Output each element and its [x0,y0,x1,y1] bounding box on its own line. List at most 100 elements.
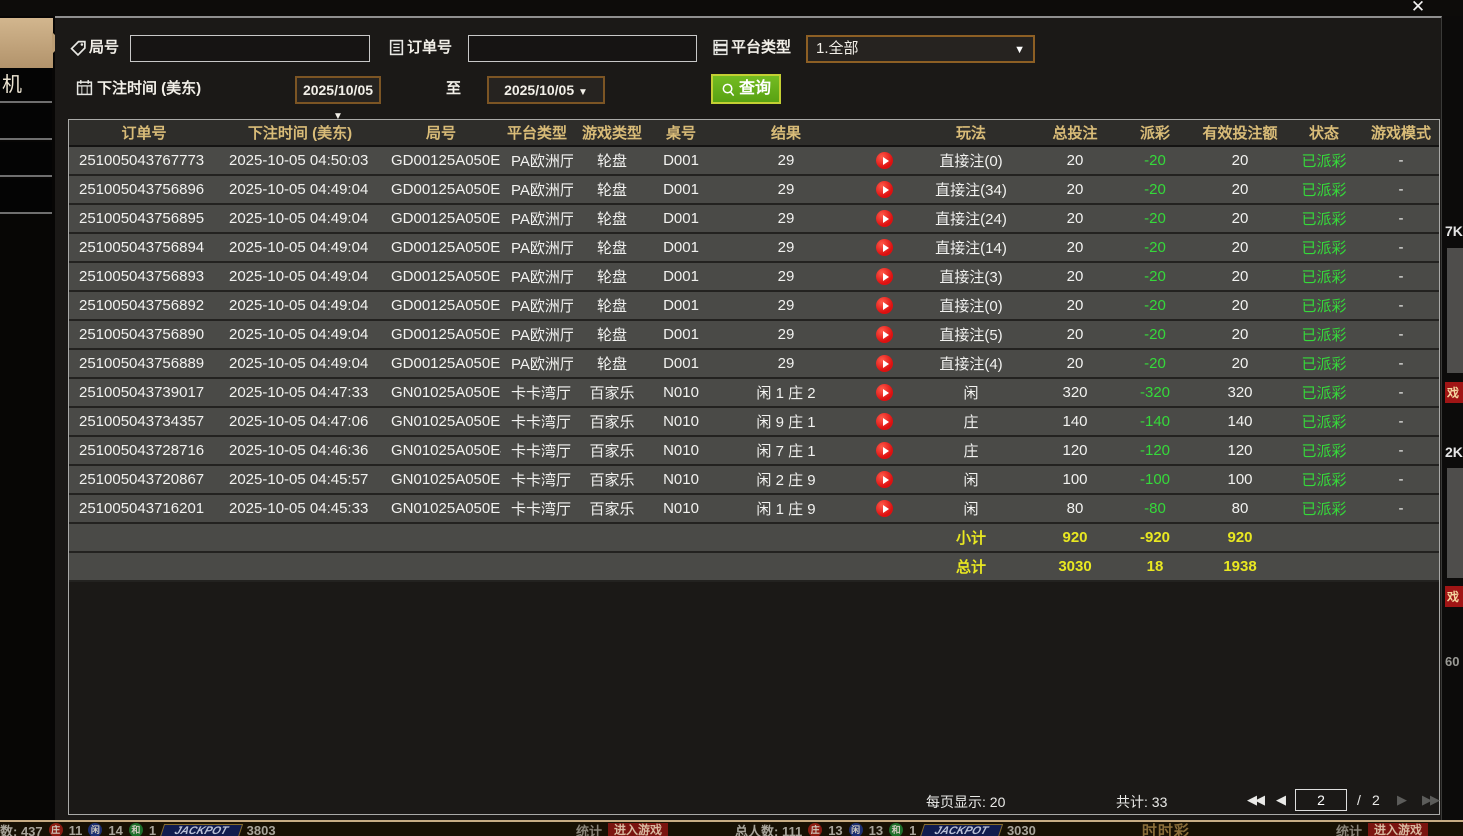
subtotal-row: 小计920-920920 [69,523,1439,552]
cell: 20 [1035,349,1115,378]
cell: 2025-10-05 04:49:04 [219,233,381,262]
table-row: 2510050437568902025-10-05 04:49:04GD0012… [69,320,1439,349]
play-video-icon[interactable] [876,152,893,169]
cell: D001 [651,349,711,378]
next-page-button[interactable]: ▶ [1397,792,1405,808]
lobby-actions-left: 统计 进入游戏 [576,822,668,836]
page-separator: / [1357,792,1361,808]
player-badge: 闲 [88,823,102,836]
cell: - [1363,146,1439,175]
cell: 251005043720867 [69,465,219,494]
cell: 直接注(5) [907,320,1035,349]
tie-badge: 和 [129,823,143,836]
cell: GD00125A050EF [381,291,501,320]
cell: PA欧洲厅 [501,262,573,291]
cell: 直接注(14) [907,233,1035,262]
play-triangle [883,302,889,310]
order-number-input[interactable] [468,35,697,62]
cell: 卡卡湾厅 [501,407,573,436]
stats-link[interactable]: 统计 [1336,821,1362,836]
play-video-icon[interactable] [876,413,893,430]
cell [651,552,711,581]
cell: -20 [1115,262,1195,291]
table-row: 2510050437568892025-10-05 04:49:04GD0012… [69,349,1439,378]
cell: 251005043739017 [69,378,219,407]
play-video-icon[interactable] [876,326,893,343]
col-order-id: 订单号 [69,120,219,146]
close-icon[interactable]: ✕ [1405,0,1431,17]
cell: 轮盘 [573,146,651,175]
cell: - [1363,262,1439,291]
play-video-icon[interactable] [876,210,893,227]
cell: - [1363,291,1439,320]
cell-video [861,233,907,262]
cell: 轮盘 [573,175,651,204]
background-left-strip: 机 [0,16,55,820]
bet-records-table-container: 订单号 下注时间 (美东) 局号 平台类型 游戏类型 桌号 结果 玩法 总投注 … [68,119,1440,815]
bg-enter-game-fragment[interactable]: 戏 [1445,382,1463,403]
last-page-button[interactable]: ▶▶ [1422,792,1438,808]
cell: 闲 [907,494,1035,523]
stats-link[interactable]: 统计 [576,821,602,836]
cell: -20 [1115,204,1195,233]
platform-type-select[interactable]: 1.全部 ▼ [806,35,1035,63]
per-page-label: 每页显示: 20 [926,792,1005,812]
cell: GD00125A050EG [381,146,501,175]
sidebar-item-partial[interactable]: 机 [0,68,52,103]
page-number-input[interactable] [1295,789,1347,811]
cell: 直接注(0) [907,291,1035,320]
date-to-select[interactable]: 2025/10/05 ▼ [487,76,605,104]
cell: - [1363,320,1439,349]
prev-page-button[interactable]: ◀ [1276,792,1284,808]
play-video-icon[interactable] [876,471,893,488]
cell: 100 [1195,465,1285,494]
player-badge: 闲 [849,823,863,836]
cell: N010 [651,465,711,494]
cell [573,523,651,552]
cell: D001 [651,146,711,175]
date-from-select[interactable]: 2025/10/05 ▼ [295,76,381,104]
cell [381,552,501,581]
cell-video [861,204,907,233]
col-game-type: 游戏类型 [573,120,651,146]
tie-count: 1 [909,823,916,836]
enter-game-button[interactable]: 进入游戏 [1368,823,1428,836]
bg-fragment: 2K [1445,444,1463,460]
bg-fragment [1447,248,1463,373]
play-video-icon[interactable] [876,268,893,285]
cell [69,552,219,581]
enter-game-button[interactable]: 进入游戏 [608,823,668,836]
sidebar-item-partial[interactable] [0,105,52,140]
lobby-actions-right: 统计 进入游戏 [1336,822,1428,836]
cell: 已派彩 [1285,436,1363,465]
play-video-icon[interactable] [876,355,893,372]
jackpot-banner: JACKPOT [920,824,1003,836]
play-video-icon[interactable] [876,239,893,256]
cell: 百家乐 [573,407,651,436]
round-number-input[interactable] [130,35,370,62]
play-video-icon[interactable] [876,500,893,517]
cell: N010 [651,436,711,465]
sidebar-item-partial[interactable] [0,142,52,177]
cell [861,552,907,581]
first-page-button[interactable]: ◀◀ [1247,792,1263,808]
player-count2: 14 [108,823,122,836]
cell: 2025-10-05 04:49:04 [219,349,381,378]
cell: 直接注(24) [907,204,1035,233]
query-button[interactable]: 查询 [711,74,781,104]
play-video-icon[interactable] [876,442,893,459]
cell: 29 [711,262,861,291]
sidebar-selected-item[interactable] [0,18,53,68]
cell: 2025-10-05 04:46:36 [219,436,381,465]
bg-enter-game-fragment[interactable]: 戏 [1445,586,1463,607]
cell-video [861,262,907,291]
bg-fragment: 7K [1445,223,1463,239]
cell: 20 [1035,262,1115,291]
play-video-icon[interactable] [876,181,893,198]
cell: 80 [1035,494,1115,523]
play-video-icon[interactable] [876,384,893,401]
cell: 251005043756895 [69,204,219,233]
sidebar-item-partial[interactable] [0,179,52,214]
play-video-icon[interactable] [876,297,893,314]
cell: 2025-10-05 04:49:04 [219,320,381,349]
